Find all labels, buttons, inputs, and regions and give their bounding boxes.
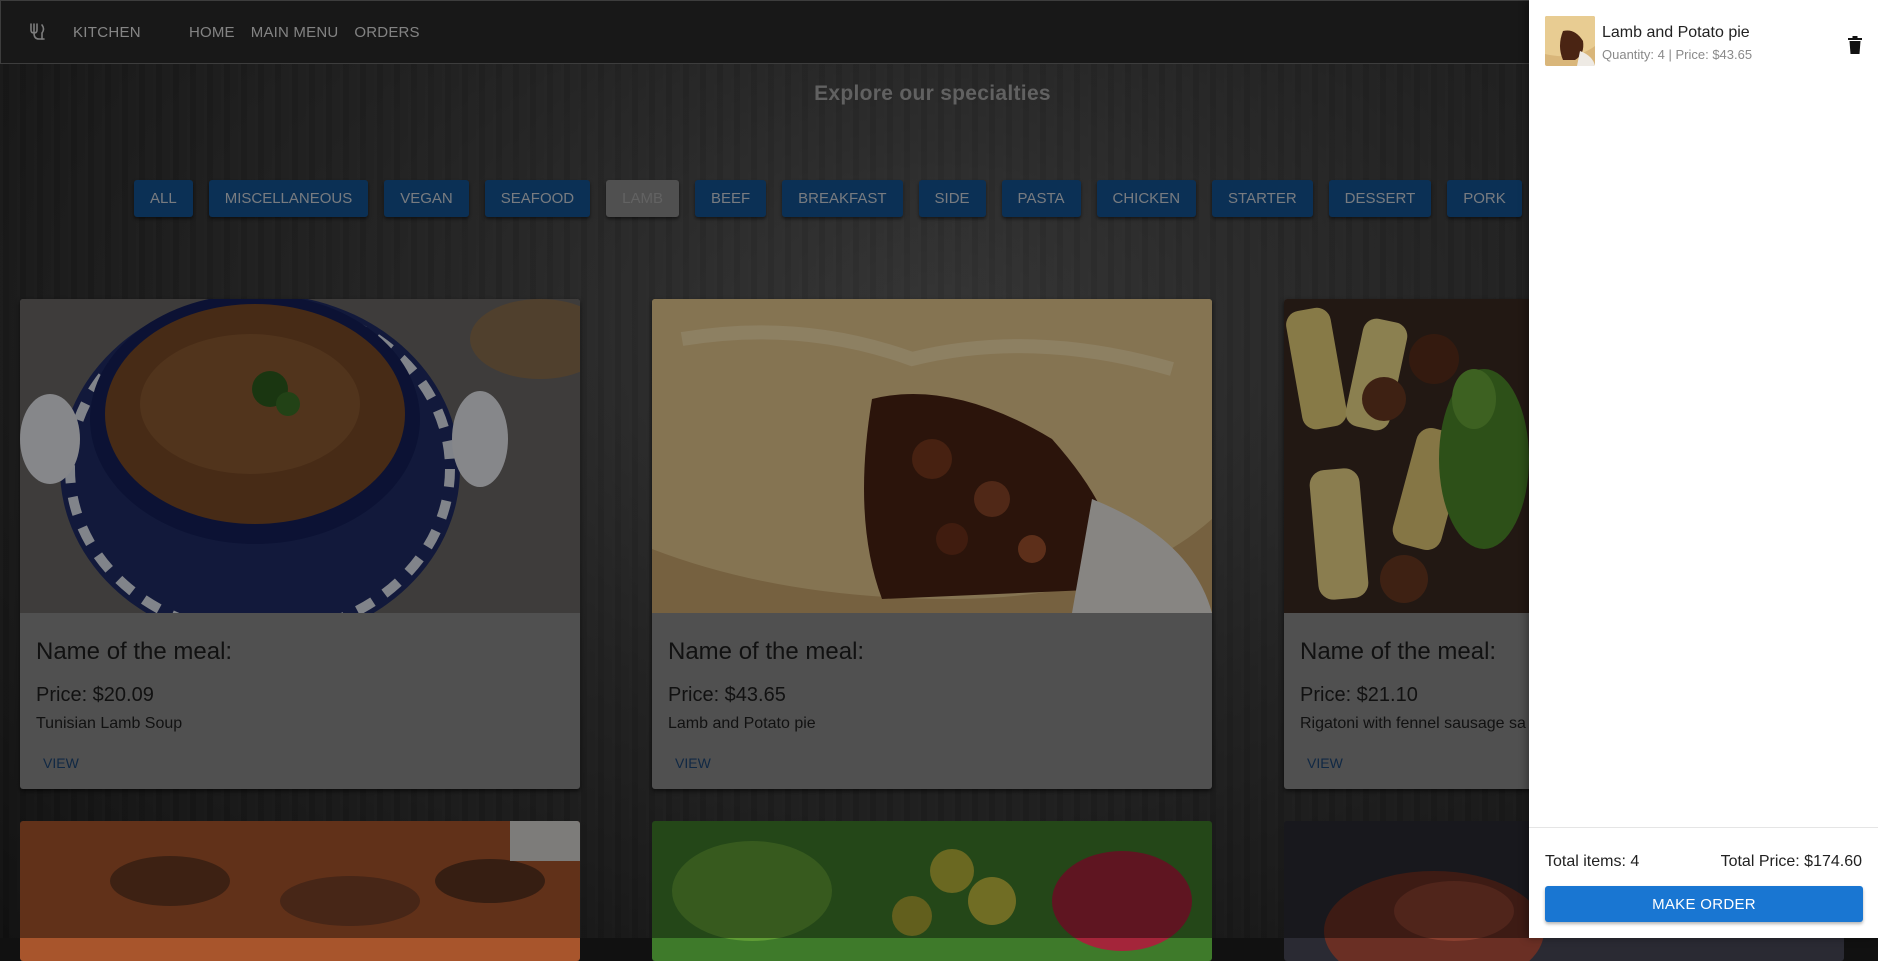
cart-item-details: Lamb and Potato pie Quantity: 4 | Price:… <box>1602 24 1752 66</box>
cart-drawer: Lamb and Potato pie Quantity: 4 | Price:… <box>1529 0 1878 938</box>
cart-item-separator: | <box>1664 47 1676 62</box>
category-side[interactable]: SIDE <box>918 180 986 217</box>
total-price: Total Price: $174.60 <box>1720 853 1862 870</box>
category-all[interactable]: ALL <box>134 180 193 217</box>
meal-card: Name of the meal: Price: $20.09 Tunisian… <box>20 299 580 789</box>
delete-item-icon[interactable] <box>1848 36 1862 54</box>
meal-price: Price: $43.65 <box>668 684 786 706</box>
meal-image <box>20 821 580 961</box>
category-chicken[interactable]: CHICKEN <box>1096 180 1197 217</box>
view-button[interactable]: VIEW <box>1307 755 1343 771</box>
cart-footer: Total items: 4 Total Price: $174.60 MAKE… <box>1529 827 1878 938</box>
category-lamb[interactable]: LAMB <box>606 180 679 217</box>
category-seafood[interactable]: SEAFOOD <box>484 180 591 217</box>
category-dessert[interactable]: DESSERT <box>1328 180 1432 217</box>
category-starter[interactable]: STARTER <box>1212 180 1313 217</box>
cart-item-quantity: Quantity: 4 <box>1602 47 1665 62</box>
meal-card <box>20 821 580 961</box>
category-beef[interactable]: BEEF <box>694 180 767 217</box>
cart-item-price: Price: $43.65 <box>1675 47 1753 62</box>
meal-image <box>652 299 1212 613</box>
cart-item-thumbnail <box>1545 16 1595 66</box>
kitchen-logo-icon[interactable] <box>28 22 48 42</box>
meal-card-body: Name of the meal: Price: $20.09 Tunisian… <box>20 618 580 733</box>
category-pasta[interactable]: PASTA <box>1001 180 1081 217</box>
view-button[interactable]: VIEW <box>43 755 79 771</box>
top-nav: HOME MAIN MENU ORDERS <box>189 24 436 41</box>
meal-price: Price: $20.09 <box>36 684 154 706</box>
brand-label[interactable]: KITCHEN <box>73 24 141 41</box>
make-order-button[interactable]: MAKE ORDER <box>1545 886 1863 922</box>
meal-name: Tunisian Lamb Soup <box>36 715 183 732</box>
category-filter-bar: ALL MISCELLANEOUS VEGAN SEAFOOD LAMB BEE… <box>134 180 1590 217</box>
nav-orders[interactable]: ORDERS <box>354 24 419 41</box>
nav-home[interactable]: HOME <box>189 24 235 41</box>
meal-image <box>652 821 1212 961</box>
category-breakfast[interactable]: BREAKFAST <box>782 180 903 217</box>
meal-name: Lamb and Potato pie <box>668 715 816 732</box>
meal-card <box>652 821 1212 961</box>
meal-heading: Name of the meal: <box>36 638 233 665</box>
cart-item: Lamb and Potato pie Quantity: 4 | Price:… <box>1545 16 1862 66</box>
total-items: Total items: 4 <box>1545 853 1640 870</box>
cart-item-name: Lamb and Potato pie <box>1602 24 1750 41</box>
meal-card-body: Name of the meal: Price: $43.65 Lamb and… <box>652 618 1212 733</box>
meal-image <box>20 299 580 644</box>
category-pork[interactable]: PORK <box>1447 180 1522 217</box>
meal-heading: Name of the meal: <box>668 638 865 665</box>
cart-item-meta: Quantity: 4 | Price: $43.65 <box>1602 47 1752 62</box>
category-vegan[interactable]: VEGAN <box>384 180 469 217</box>
meal-card: Name of the meal: Price: $43.65 Lamb and… <box>652 299 1212 789</box>
view-button[interactable]: VIEW <box>675 755 711 771</box>
category-miscellaneous[interactable]: MISCELLANEOUS <box>208 180 369 217</box>
nav-main-menu[interactable]: MAIN MENU <box>251 24 339 41</box>
